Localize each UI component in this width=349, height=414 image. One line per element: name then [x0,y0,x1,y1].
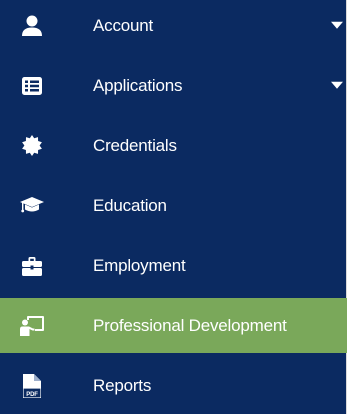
chevron-down-icon[interactable] [331,21,343,29]
menu-item-professional-development[interactable]: Professional Development [0,298,347,353]
menu-item-label: Education [93,196,167,215]
menu-item-label: Reports [93,375,152,395]
user-icon [20,14,44,38]
menu-item-label: Credentials [93,136,177,155]
list-icon [20,74,44,98]
menu-item-account[interactable]: Account [0,0,347,52]
menu-item-credentials[interactable]: Credentials [0,118,347,174]
chevron-down-icon[interactable] [331,81,343,89]
pdf-file-icon: PDF [20,373,44,398]
menu-item-employment[interactable]: Employment [0,238,347,294]
chalkboard-teacher-icon [20,314,44,338]
menu-item-label: Employment [93,256,186,275]
certificate-icon [20,134,44,158]
menu-item-label: Applications [93,76,183,95]
briefcase-icon [20,254,44,278]
sidebar-menu: Account Applications Credentials Educati… [0,0,347,414]
svg-text:PDF: PDF [26,392,38,398]
menu-item-education[interactable]: Education [0,178,347,234]
menu-item-reports[interactable]: PDF Reports [0,357,347,414]
graduation-cap-icon [20,194,44,218]
menu-item-label: Account [93,16,154,35]
menu-item-applications[interactable]: Applications [0,60,347,112]
menu-item-label: Professional Development [93,315,287,335]
